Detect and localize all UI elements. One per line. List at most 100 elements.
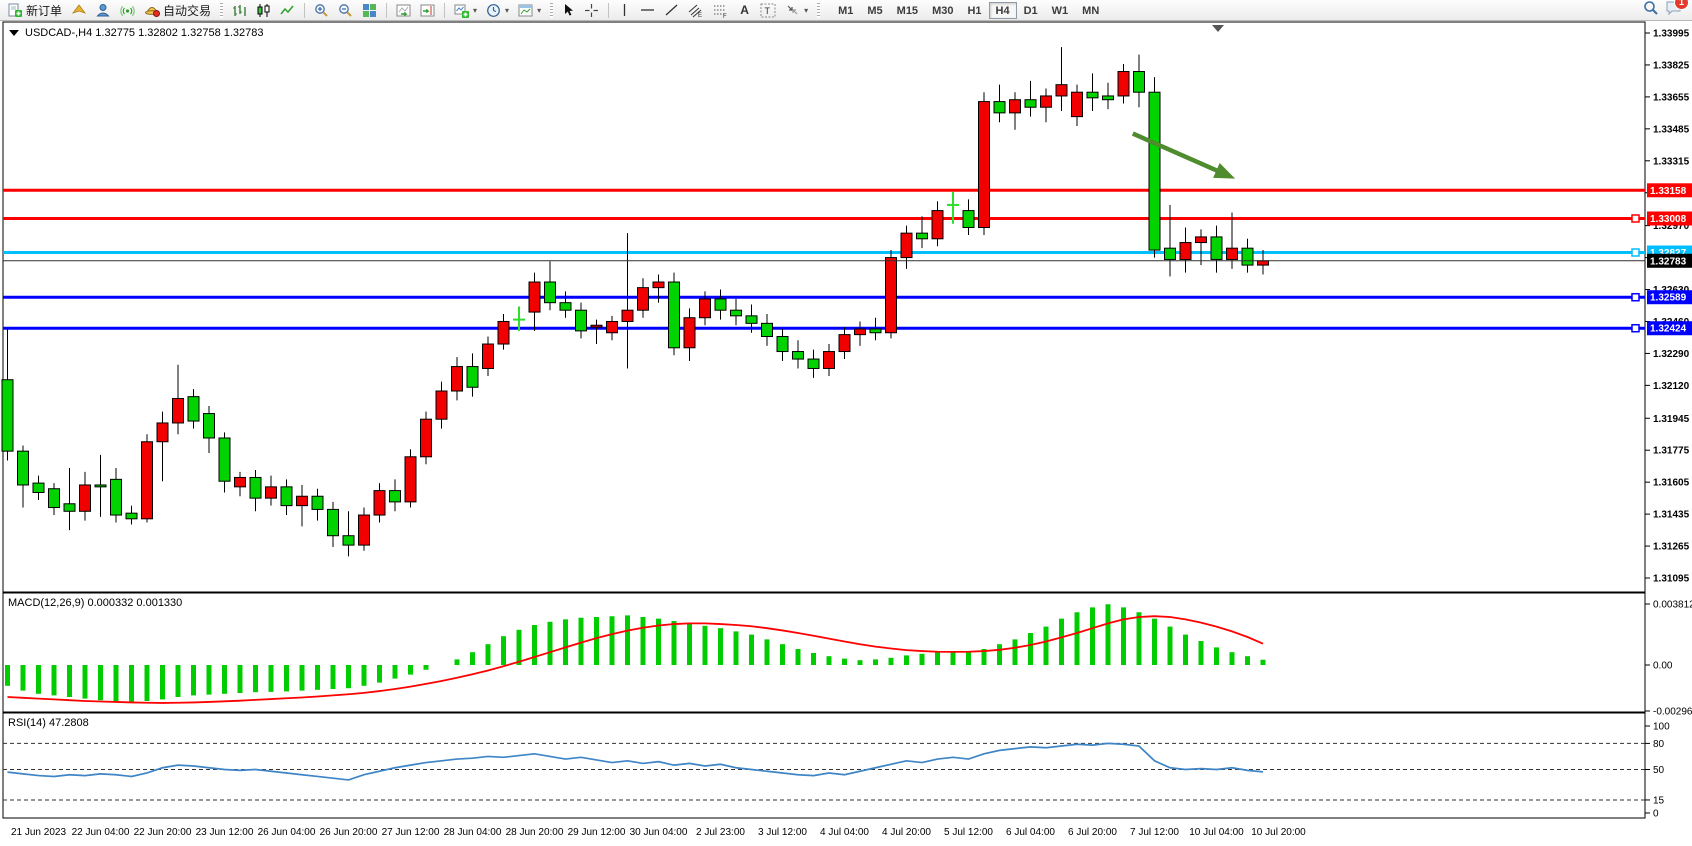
time-axis-label: 28 Jun 20:00	[506, 827, 564, 838]
candle-body	[917, 233, 928, 239]
time-axis-label: 4 Jul 04:00	[820, 827, 869, 838]
price-tick-label: 1.33825	[1653, 60, 1690, 71]
line-chart-button[interactable]	[276, 1, 299, 20]
time-axis-label: 7 Jul 12:00	[1130, 827, 1179, 838]
auto-scroll-button[interactable]	[392, 1, 415, 20]
new-chart-icon	[454, 3, 469, 18]
text-label-button[interactable]: T	[756, 1, 780, 20]
candle-body	[1165, 248, 1176, 259]
vertical-line-button[interactable]	[614, 1, 635, 20]
chart-shift-icon	[420, 3, 435, 18]
time-axis-label: 29 Jun 12:00	[568, 827, 626, 838]
arrows-button[interactable]: ▾	[781, 1, 812, 20]
timeframe-button-d1[interactable]: D1	[1017, 2, 1045, 19]
candle-body	[622, 310, 633, 321]
candle-body	[1180, 243, 1191, 260]
templates-button[interactable]: ▾	[514, 1, 545, 20]
time-axis-label: 26 Jun 04:00	[258, 827, 316, 838]
tile-windows-button[interactable]	[358, 1, 381, 20]
toolbar-separator	[608, 3, 609, 18]
chart-shift-button[interactable]	[416, 1, 439, 20]
community-button[interactable]	[92, 1, 115, 20]
candle-body	[142, 442, 153, 519]
candle-body	[529, 282, 540, 312]
candle-body	[343, 536, 354, 545]
candle-body	[1087, 92, 1098, 98]
auto-trading-icon	[144, 3, 160, 17]
chevron-down-icon: ▾	[473, 6, 477, 15]
cursor-button[interactable]	[558, 1, 579, 20]
timeframe-button-m15[interactable]: M15	[890, 2, 925, 19]
main-price-pane	[3, 22, 1645, 592]
time-axis-label: 4 Jul 20:00	[882, 827, 931, 838]
macd-pane	[3, 593, 1645, 712]
candle-body	[669, 282, 680, 348]
search-icon[interactable]	[1643, 0, 1659, 21]
equidistant-channel-button[interactable]: E	[684, 1, 708, 20]
zoom-out-button[interactable]	[334, 1, 357, 20]
price-tick-label: 1.31095	[1653, 574, 1690, 585]
timeframe-button-m30[interactable]: M30	[925, 2, 960, 19]
metaeditor-button[interactable]	[67, 1, 91, 20]
channel-icon: E	[688, 3, 704, 18]
candle-body	[1242, 248, 1253, 265]
candlestick-chart-icon	[256, 3, 271, 18]
notifications-button[interactable]: 1	[1665, 0, 1682, 21]
svg-text:E: E	[698, 13, 702, 18]
candle-body	[405, 457, 416, 502]
candle-body	[188, 397, 199, 421]
line-drag-handle[interactable]	[1632, 215, 1639, 222]
candle-body	[1196, 237, 1207, 243]
candlestick-chart-button[interactable]	[252, 1, 275, 20]
candle-body	[390, 491, 401, 502]
macd-tick-label: 0.003812	[1653, 600, 1692, 611]
text-button[interactable]: A	[734, 1, 755, 20]
crosshair-button[interactable]	[580, 1, 603, 20]
candle-body	[855, 329, 866, 335]
candle-body	[297, 496, 308, 505]
timeframe-button-m5[interactable]: M5	[860, 2, 889, 19]
macd-tick-label: -0.002961	[1653, 707, 1692, 718]
candle-body	[33, 483, 44, 492]
timeframe-group: M1M5M15M30H1H4D1W1MN	[831, 2, 1106, 19]
trendline-button[interactable]	[660, 1, 683, 20]
timeframe-button-w1[interactable]: W1	[1045, 2, 1076, 19]
periods-button[interactable]: ▾	[482, 1, 513, 20]
tile-windows-icon	[362, 3, 377, 18]
timeframe-button-mn[interactable]: MN	[1075, 2, 1106, 19]
line-chart-icon	[280, 3, 295, 18]
new-order-button[interactable]: 新订单	[4, 1, 66, 20]
new-chart-button[interactable]: ▾	[450, 1, 481, 20]
zoom-in-button[interactable]	[310, 1, 333, 20]
time-axis-label: 10 Jul 04:00	[1189, 827, 1244, 838]
line-drag-handle[interactable]	[1632, 325, 1639, 332]
macd-indicator-label: MACD(12,26,9) 0.000332 0.001330	[8, 597, 182, 609]
community-person-icon	[96, 3, 111, 18]
price-tick-label: 1.31775	[1653, 446, 1690, 457]
candle-body	[64, 504, 75, 512]
bars-chart-button[interactable]	[228, 1, 251, 20]
fibonacci-icon: F	[713, 3, 729, 18]
horizontal-line-button[interactable]	[636, 1, 659, 20]
line-drag-handle[interactable]	[1632, 294, 1639, 301]
timeframe-button-h1[interactable]: H1	[960, 2, 988, 19]
candle-body	[374, 491, 385, 515]
line-drag-handle[interactable]	[1632, 249, 1639, 256]
signals-button[interactable]	[116, 1, 139, 20]
time-axis-label: 26 Jun 20:00	[320, 827, 378, 838]
timeframe-button-h4[interactable]: H4	[989, 2, 1017, 19]
chart-canvas[interactable]: 1.339951.338251.336551.334851.333151.331…	[0, 21, 1692, 846]
toolbar-separator	[386, 3, 387, 18]
time-axis-label: 23 Jun 12:00	[196, 827, 254, 838]
fibonacci-button[interactable]: F	[709, 1, 733, 20]
zoom-in-icon	[314, 3, 329, 18]
candle-body	[436, 391, 447, 419]
new-order-icon	[8, 3, 23, 18]
price-tick-label: 1.32290	[1653, 349, 1690, 360]
auto-trading-button[interactable]: 自动交易	[140, 1, 215, 20]
candle-body	[1134, 72, 1145, 93]
candle-body	[483, 344, 494, 368]
new-order-label: 新订单	[26, 2, 62, 19]
timeframe-button-m1[interactable]: M1	[831, 2, 860, 19]
candle-body	[731, 310, 742, 316]
